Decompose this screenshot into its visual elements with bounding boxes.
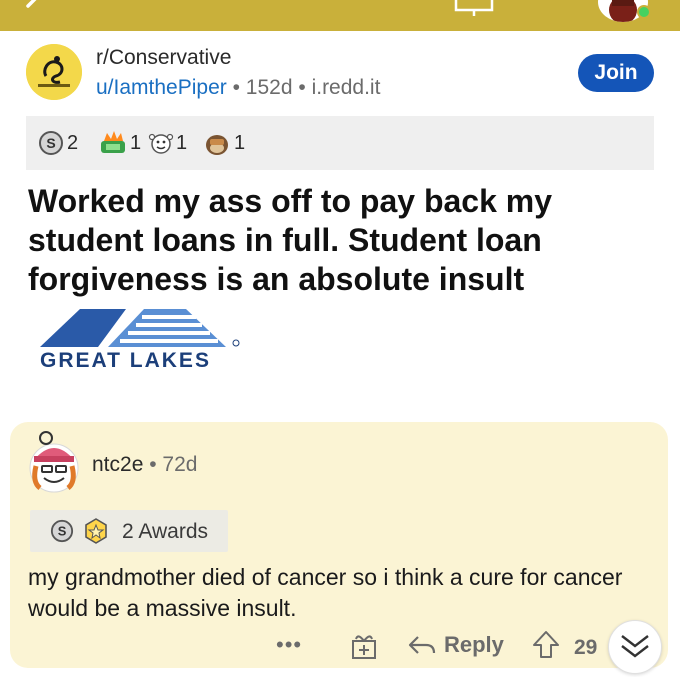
back-icon[interactable] [18, 0, 48, 18]
award-money[interactable]: 1 [98, 129, 141, 157]
meta-separator: • [232, 76, 240, 99]
money-award-icon [101, 131, 125, 153]
award-count: 1 [234, 131, 246, 154]
gift-icon[interactable] [350, 631, 378, 661]
comment-meta: ntc2e • 72d [92, 453, 197, 477]
comment-author[interactable]: ntc2e [92, 453, 143, 476]
award-count: 2 [67, 131, 79, 154]
wholesome-award-icon [148, 133, 174, 154]
silver-award-icon: S [50, 519, 74, 543]
post-domain[interactable]: i.redd.it [312, 76, 381, 99]
gold-award-icon [85, 518, 107, 544]
subreddit-name[interactable]: r/Conservative [96, 46, 231, 70]
share-icon[interactable] [454, 0, 494, 18]
comment-body: my grandmother died of cancer so i think… [28, 564, 623, 621]
upvote-arrow-icon[interactable] [532, 630, 560, 660]
reply-arrow-icon [408, 636, 436, 654]
svg-text:S: S [46, 135, 55, 151]
logo-text: GREAT LAKES [40, 349, 211, 372]
reply-button[interactable]: Reply [408, 630, 504, 660]
collapse-button[interactable] [608, 620, 662, 674]
online-status-dot [637, 5, 651, 19]
double-chevron-down-icon [621, 635, 649, 658]
vote-count: 29 [574, 636, 598, 659]
more-options-button[interactable]: ••• [276, 632, 302, 658]
award-wholesome[interactable]: 1 [146, 129, 187, 157]
commenter-avatar[interactable] [22, 426, 86, 498]
silver-award-icon: S [39, 131, 63, 155]
award-count: 1 [130, 131, 142, 154]
comment-age: 72d [162, 453, 198, 476]
comment-awards-bar[interactable]: S 2 Awards [30, 510, 228, 552]
svg-text:S: S [58, 524, 67, 539]
post-image[interactable]: GREAT LAKES [36, 307, 246, 379]
join-button[interactable]: Join [578, 54, 654, 92]
awards-label: 2 Awards [122, 520, 208, 543]
post-meta: u/IamthePiper • 152d • i.redd.it [96, 76, 380, 100]
award-silver[interactable]: S 2 [38, 129, 78, 157]
comment-card: ntc2e • 72d S 2 Awards my grandmother di… [10, 422, 668, 674]
post-title[interactable]: Worked my ass off to pay back my student… [28, 182, 628, 299]
post-author[interactable]: u/IamthePiper [96, 76, 227, 99]
post-awards-bar[interactable]: S 2 1 1 1 [26, 116, 654, 170]
post-header: r/Conservative u/IamthePiper • 152d • i.… [26, 44, 656, 104]
great-lakes-logo-mark [40, 309, 240, 347]
post-age: 152d [245, 76, 293, 99]
facepalm-award-icon [206, 135, 228, 155]
award-facepalm[interactable]: 1 [202, 129, 245, 157]
meta-separator: • [149, 453, 157, 476]
meta-separator: • [298, 76, 306, 99]
subreddit-avatar[interactable] [26, 44, 82, 100]
reply-label: Reply [444, 632, 504, 657]
comment-actions: ••• Reply 29 [10, 620, 668, 674]
award-count: 1 [176, 131, 188, 154]
top-bar [0, 0, 680, 31]
